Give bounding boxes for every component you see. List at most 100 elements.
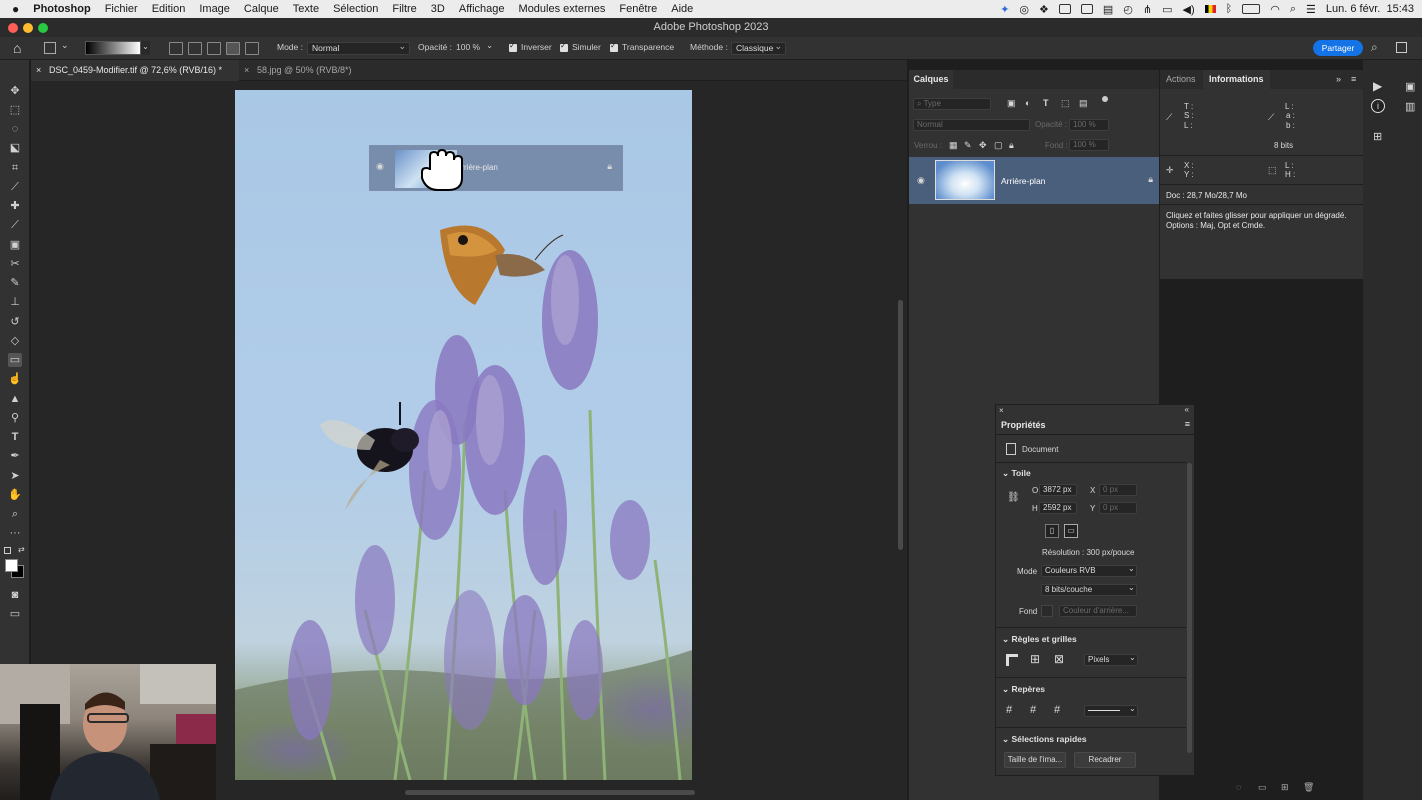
tab-document-1[interactable]: × DSC_0459-Modifier.tif @ 72,6% (RVB/16)…	[31, 60, 239, 81]
radial-gradient-icon[interactable]	[188, 42, 202, 55]
lasso-tool-icon[interactable]: ◌	[8, 122, 22, 136]
menu-filtre[interactable]: Filtre	[385, 3, 423, 15]
chevron-down-icon[interactable]: ⌄	[61, 40, 69, 51]
method-select[interactable]: Classique	[731, 41, 786, 55]
menu-modules-externes[interactable]: Modules externes	[512, 3, 613, 15]
eraser-tool-icon[interactable]: ◇	[8, 334, 22, 348]
opacity-chevron-icon[interactable]: ⌄	[486, 40, 493, 51]
minimize-window-button[interactable]	[23, 23, 33, 33]
lock-position-icon[interactable]: ✥	[979, 140, 987, 151]
status-search-icon[interactable]: ⌕	[1290, 3, 1296, 16]
clone-stamp-tool-icon[interactable]: ⊥	[8, 295, 22, 309]
checkbox-checked-icon[interactable]	[610, 41, 618, 52]
filter-shape-icon[interactable]: ⬚	[1061, 98, 1070, 109]
zoom-window-button[interactable]	[38, 23, 48, 33]
fx-icon[interactable]: ◌	[1236, 782, 1241, 792]
landscape-orientation-icon[interactable]: ▭	[1064, 524, 1078, 538]
new-guide-icon[interactable]: #	[1030, 704, 1036, 716]
menu-texte[interactable]: Texte	[286, 3, 326, 15]
spot-healing-tool-icon[interactable]: ✚	[8, 199, 22, 213]
menu-fichier[interactable]: Fichier	[98, 3, 145, 15]
collapse-panel-icon[interactable]: »	[1336, 74, 1341, 84]
rulers-grids-section[interactable]: ⌄ Règles et grilles	[1002, 634, 1077, 645]
lock-image-icon[interactable]: ✎	[964, 140, 972, 151]
quick-mask-icon[interactable]: ◙	[8, 588, 22, 602]
horizontal-scrollbar[interactable]	[405, 790, 695, 795]
default-colors-icon[interactable]	[4, 547, 11, 554]
filter-toggle-icon[interactable]	[1102, 96, 1108, 102]
frame-tool-icon[interactable]: ▣	[8, 238, 22, 252]
pencil-tool-icon[interactable]: ✎	[8, 276, 22, 290]
crop-tool-icon[interactable]: ⌗	[8, 161, 22, 175]
height-field[interactable]: 2592 px	[1039, 502, 1077, 514]
tab-actions[interactable]: Actions	[1166, 70, 1196, 89]
workspace-icon[interactable]	[1396, 42, 1407, 53]
histogram-icon[interactable]: ▥	[1405, 100, 1415, 113]
status-dropbox-icon[interactable]: ❖	[1039, 3, 1049, 16]
x-field[interactable]: 0 px	[1099, 484, 1137, 496]
tab-informations[interactable]: Informations	[1203, 70, 1270, 89]
search-icon[interactable]: ⌕	[1371, 40, 1378, 55]
delete-layer-icon[interactable]: 🗑︎	[1303, 782, 1314, 793]
collapse-panel-icon[interactable]: «	[1185, 405, 1189, 414]
filter-adjustment-icon[interactable]: ◐	[1025, 98, 1030, 108]
close-panel-icon[interactable]: ×	[999, 406, 1004, 415]
lock-transparent-icon[interactable]: ▦	[949, 140, 958, 151]
menu-image[interactable]: Image	[192, 3, 237, 15]
reflected-gradient-icon[interactable]	[226, 42, 240, 55]
lock-all-icon[interactable]: 🔒︎	[1009, 140, 1014, 151]
pattern-stamp-tool-icon[interactable]: ✂	[8, 257, 22, 271]
apple-icon[interactable]: ●	[0, 2, 26, 16]
status-bluetooth-icon[interactable]: ᛒ	[1226, 3, 1233, 15]
new-layer-icon[interactable]: ⊞	[1281, 782, 1289, 793]
mode-select[interactable]: Normal	[307, 41, 410, 55]
opacity-value[interactable]: 100 %	[456, 42, 480, 52]
history-brush-tool-icon[interactable]: ↺	[8, 315, 22, 329]
dither-checkbox[interactable]: Simuler	[560, 41, 601, 52]
panel-menu-icon[interactable]: ≡	[1185, 419, 1190, 429]
menu-affichage[interactable]: Affichage	[452, 3, 512, 15]
menu-selection[interactable]: Sélection	[326, 3, 385, 15]
menu-fenetre[interactable]: Fenêtre	[612, 3, 664, 15]
eyedropper-tool-icon[interactable]: ⟋	[8, 180, 22, 194]
status-display-icon[interactable]: ▭	[1162, 3, 1172, 16]
bg-color-swatch[interactable]	[1041, 605, 1053, 617]
document-canvas-image[interactable]	[235, 90, 692, 780]
menu-aide[interactable]: Aide	[664, 3, 700, 15]
transparency-checkbox[interactable]: Transparence	[610, 41, 674, 52]
y-field[interactable]: 0 px	[1099, 502, 1137, 514]
guides-section[interactable]: ⌄ Repères	[1002, 684, 1045, 695]
panel-menu-icon[interactable]: ≡	[1351, 74, 1356, 84]
swap-colors-icon[interactable]: ⇄	[18, 545, 25, 554]
status-wifi-icon[interactable]: ◠	[1270, 3, 1280, 16]
status-flag-icon[interactable]	[1204, 5, 1216, 13]
filter-type-icon[interactable]: T	[1043, 98, 1049, 108]
image-size-button[interactable]: Taille de l'ima...	[1004, 752, 1066, 768]
blend-mode-select[interactable]: Normal	[913, 119, 1030, 131]
eye-icon[interactable]: ◉	[917, 175, 925, 186]
share-button[interactable]: Partager	[1313, 40, 1363, 56]
checkbox-checked-icon[interactable]	[509, 41, 517, 52]
close-icon[interactable]: ×	[244, 60, 249, 81]
status-bird-icon[interactable]: ✦	[1000, 3, 1009, 16]
tab-document-2[interactable]: × 58.jpg @ 50% (RVB/8*)	[239, 60, 369, 81]
menu-3d[interactable]: 3D	[424, 3, 452, 15]
libraries-icon[interactable]: ▣	[1405, 80, 1415, 93]
rulers-icon[interactable]	[1006, 654, 1018, 666]
color-mode-select[interactable]: Couleurs RVB	[1041, 565, 1137, 577]
more-tools-icon[interactable]: ···	[8, 526, 22, 540]
foreground-color-swatch[interactable]	[5, 559, 18, 572]
diamond-gradient-icon[interactable]	[245, 42, 259, 55]
close-window-button[interactable]	[8, 23, 18, 33]
layer-opacity-field[interactable]: 100 %	[1069, 119, 1109, 131]
marquee-tool-icon[interactable]: ⬚	[8, 103, 22, 117]
path-selection-tool-icon[interactable]: ➤	[8, 469, 22, 483]
layer-name[interactable]: Arrière-plan	[1001, 176, 1045, 186]
type-tool-icon[interactable]: T	[8, 430, 22, 444]
toile-section[interactable]: ⌄ Toile	[1002, 468, 1031, 479]
bit-depth-select[interactable]: 8 bits/couche	[1041, 584, 1137, 596]
menubar-clock[interactable]: Lun. 6 févr. 15:43	[1326, 3, 1414, 15]
pixel-grid-icon[interactable]: ⊠	[1054, 652, 1064, 666]
grid-icon[interactable]: ⊞	[1030, 652, 1040, 666]
status-tree-icon[interactable]: ⋔	[1143, 3, 1152, 16]
